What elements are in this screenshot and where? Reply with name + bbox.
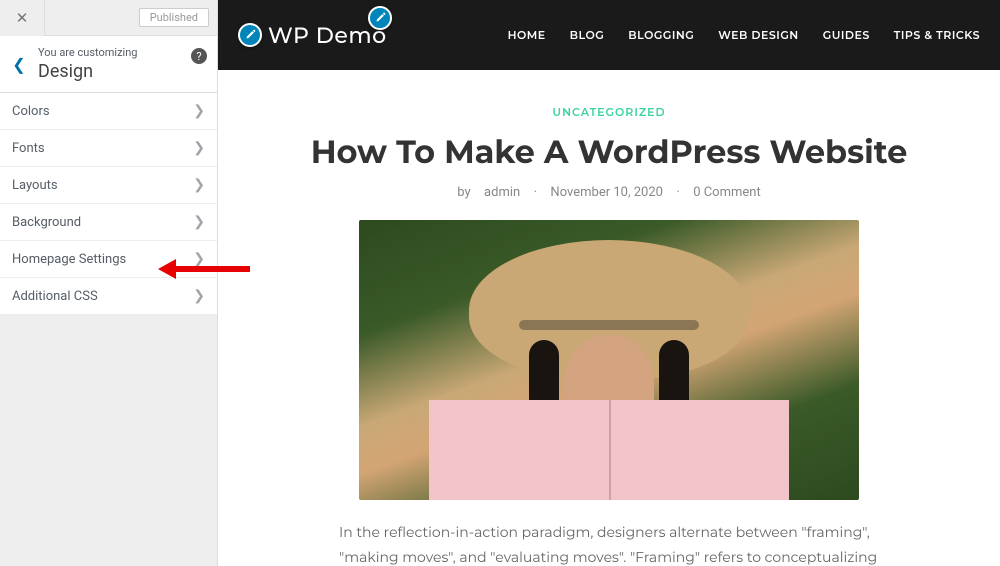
chevron-right-icon: ❯ bbox=[193, 140, 205, 156]
menu-item-label: Colors bbox=[12, 104, 50, 119]
menu-item-label: Layouts bbox=[12, 178, 58, 193]
help-icon[interactable]: ? bbox=[191, 48, 207, 64]
site-title: WP Demo bbox=[268, 22, 387, 49]
menu-item-label: Fonts bbox=[12, 141, 45, 156]
nav-item-tips-tricks[interactable]: TIPS & TRICKS bbox=[894, 28, 980, 42]
meta-separator: · bbox=[534, 185, 537, 200]
post-category-link[interactable]: UNCATEGORIZED bbox=[258, 105, 960, 119]
menu-item-fonts[interactable]: Fonts ❯ bbox=[0, 130, 217, 167]
menu-item-additional-css[interactable]: Additional CSS ❯ bbox=[0, 278, 217, 315]
post-meta: by admin · November 10, 2020 · 0 Comment bbox=[258, 184, 960, 200]
post-title: How To Make A WordPress Website bbox=[258, 133, 960, 172]
post-comments-link[interactable]: 0 Comment bbox=[693, 185, 761, 200]
header-text-block: You are customizing Design bbox=[38, 46, 207, 82]
nav-item-web-design[interactable]: WEB DESIGN bbox=[718, 28, 798, 42]
edit-shortcut-button[interactable] bbox=[368, 6, 392, 30]
site-logo-area[interactable]: WP Demo bbox=[238, 22, 387, 49]
pencil-icon bbox=[374, 12, 386, 24]
published-button[interactable]: Published bbox=[139, 8, 209, 27]
menu-item-label: Background bbox=[12, 215, 81, 230]
customizer-section-header: ❮ You are customizing Design ? bbox=[0, 36, 217, 93]
customize-title: Design bbox=[38, 61, 207, 82]
post-body-text: In the reflection-in-action paradigm, de… bbox=[339, 520, 879, 566]
menu-item-label: Homepage Settings bbox=[12, 252, 126, 267]
customizer-top-bar: ✕ Published bbox=[0, 0, 217, 36]
featured-image bbox=[359, 220, 859, 500]
back-button[interactable]: ❮ bbox=[0, 55, 38, 74]
nav-item-blog[interactable]: BLOG bbox=[570, 28, 605, 42]
meta-by-label: by bbox=[457, 185, 470, 200]
edit-shortcut-logo-button[interactable] bbox=[238, 23, 262, 47]
chevron-right-icon: ❯ bbox=[193, 214, 205, 230]
chevron-right-icon: ❯ bbox=[193, 251, 205, 267]
chevron-left-icon: ❮ bbox=[12, 55, 25, 74]
publish-area: Published bbox=[45, 8, 217, 27]
post-date: November 10, 2020 bbox=[550, 185, 663, 200]
pencil-icon bbox=[244, 29, 256, 41]
customizer-menu-list: Colors ❯ Fonts ❯ Layouts ❯ Background ❯ … bbox=[0, 93, 217, 315]
close-customizer-button[interactable]: ✕ bbox=[0, 0, 45, 36]
preview-frame: WP Demo HOME BLOG BLOGGING WEB DESIGN GU… bbox=[218, 0, 1000, 566]
customizer-empty-area bbox=[0, 315, 217, 566]
chevron-right-icon: ❯ bbox=[193, 177, 205, 193]
menu-item-label: Additional CSS bbox=[12, 289, 98, 304]
post-content: UNCATEGORIZED How To Make A WordPress We… bbox=[218, 70, 1000, 566]
menu-item-colors[interactable]: Colors ❯ bbox=[0, 93, 217, 130]
nav-item-home[interactable]: HOME bbox=[508, 28, 546, 42]
customizer-sidebar: ✕ Published ❮ You are customizing Design… bbox=[0, 0, 218, 566]
customize-subtitle: You are customizing bbox=[38, 46, 207, 59]
chevron-right-icon: ❯ bbox=[193, 103, 205, 119]
post-author-link[interactable]: admin bbox=[484, 185, 520, 200]
chevron-right-icon: ❯ bbox=[193, 288, 205, 304]
menu-item-homepage-settings[interactable]: Homepage Settings ❯ bbox=[0, 241, 217, 278]
nav-item-blogging[interactable]: BLOGGING bbox=[628, 28, 694, 42]
site-header: WP Demo HOME BLOG BLOGGING WEB DESIGN GU… bbox=[218, 0, 1000, 70]
menu-item-layouts[interactable]: Layouts ❯ bbox=[0, 167, 217, 204]
nav-item-guides[interactable]: GUIDES bbox=[823, 28, 870, 42]
primary-navigation: HOME BLOG BLOGGING WEB DESIGN GUIDES TIP… bbox=[508, 28, 980, 42]
menu-item-background[interactable]: Background ❯ bbox=[0, 204, 217, 241]
meta-separator: · bbox=[676, 185, 679, 200]
